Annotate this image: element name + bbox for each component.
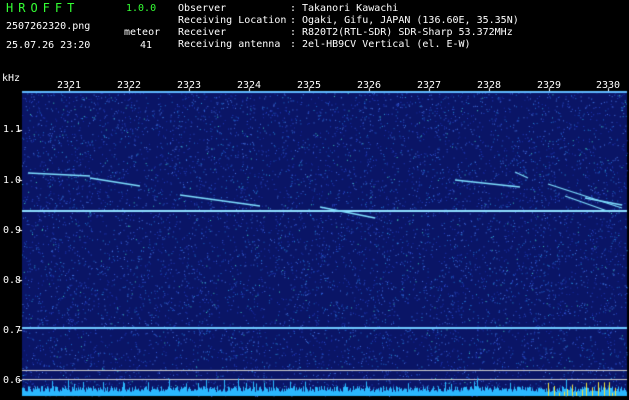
time-tick-label: 2322 bbox=[116, 80, 142, 91]
info-row-antenna: Receiving antenna:2el-HB9CV Vertical (el… bbox=[178, 39, 471, 51]
y-axis-unit: kHz bbox=[2, 73, 21, 84]
app-title: HROFFT bbox=[6, 1, 80, 15]
info-sep: : bbox=[290, 3, 297, 14]
info-key: Receiving Location bbox=[178, 15, 287, 26]
info-key: Receiving antenna bbox=[178, 39, 281, 50]
info-row-observer: Observer: Takanori Kawachi bbox=[178, 3, 398, 15]
time-tick-label: 2324 bbox=[236, 80, 262, 91]
time-tick-label: 2327 bbox=[416, 80, 442, 91]
meteor-count: 41 bbox=[140, 40, 153, 51]
info-row-location: Receiving Location: Ogaki, Gifu, JAPAN (1… bbox=[178, 15, 519, 27]
info-row-receiver: Receiver: R820T2(RTL-SDR) SDR-Sharp 53.37… bbox=[178, 27, 513, 39]
y-tick-label: 1.1 bbox=[3, 124, 22, 135]
y-tick-label: 0.6 bbox=[3, 375, 22, 386]
info-key: Receiver bbox=[178, 27, 227, 38]
info-key: Observer bbox=[178, 3, 227, 14]
time-tick-label: 2326 bbox=[356, 80, 382, 91]
info-sep: : bbox=[290, 27, 297, 38]
y-tick-label: 0.9 bbox=[3, 225, 22, 236]
file-name: 2507262320.png bbox=[6, 21, 91, 32]
info-sep: : bbox=[290, 15, 297, 26]
timestamp: 25.07.26 23:20 bbox=[6, 40, 91, 51]
info-value: Takanori Kawachi bbox=[302, 3, 399, 14]
time-tick-label: 2321 bbox=[56, 80, 82, 91]
time-tick-label: 2323 bbox=[176, 80, 202, 91]
spectrogram-canvas bbox=[0, 0, 629, 400]
y-tick-label: 1.0 bbox=[3, 175, 22, 186]
time-tick-label: 2329 bbox=[536, 80, 562, 91]
meteor-label: meteor bbox=[124, 27, 161, 38]
info-value: R820T2(RTL-SDR) SDR-Sharp 53.372MHz bbox=[302, 27, 513, 38]
time-tick-label: 2325 bbox=[296, 80, 322, 91]
y-tick-label: 0.8 bbox=[3, 275, 22, 286]
y-tick-label: 0.7 bbox=[3, 325, 22, 336]
app-version: 1.0.0 bbox=[126, 3, 157, 14]
time-tick-label: 2328 bbox=[476, 80, 502, 91]
info-sep: : bbox=[290, 39, 297, 50]
time-tick-label: 2330 bbox=[595, 80, 621, 91]
info-value: Ogaki, Gifu, JAPAN (136.60E, 35.35N) bbox=[302, 15, 519, 26]
info-value: 2el-HB9CV Vertical (el. E-W) bbox=[302, 39, 471, 50]
